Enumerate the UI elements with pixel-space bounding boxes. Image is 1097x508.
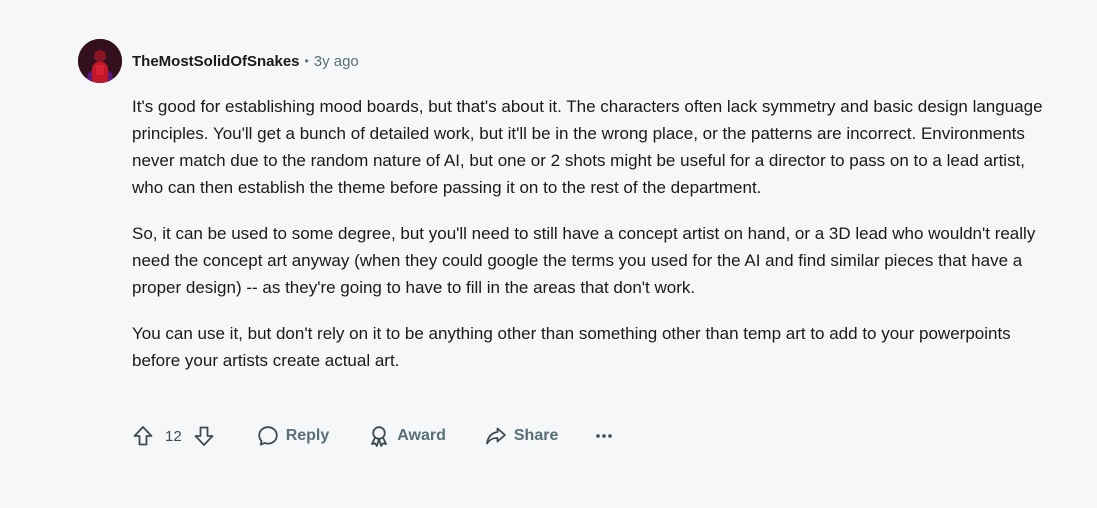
award-ribbon-icon	[371, 426, 388, 447]
share-arrow-icon	[485, 427, 506, 445]
comment-paragraph: So, it can be used to some degree, but y…	[132, 224, 1036, 297]
reply-button[interactable]: Reply	[256, 424, 330, 448]
comment-action-bar: 12 Reply Award Share	[131, 423, 614, 449]
more-options-button[interactable]	[594, 426, 614, 446]
speech-bubble-icon	[257, 426, 278, 446]
comment: TheMostSolidOfSnakes • 3y ago It's good …	[78, 39, 1078, 374]
share-button[interactable]: Share	[484, 424, 558, 448]
award-button[interactable]: Award	[367, 424, 446, 448]
avatar[interactable]	[78, 39, 122, 83]
share-label: Share	[513, 427, 559, 444]
comment-paragraph: You can use it, but don't rely on it to …	[132, 324, 1011, 370]
upvote-arrow-icon[interactable]	[131, 424, 155, 448]
comment-paragraph: It's good for establishing mood boards, …	[132, 97, 1043, 197]
ellipsis-icon	[596, 434, 613, 438]
downvote-arrow-icon[interactable]	[192, 424, 216, 448]
vote-controls: 12	[131, 424, 216, 448]
comment-header: TheMostSolidOfSnakes • 3y ago	[78, 39, 1078, 83]
award-label: Award	[397, 427, 446, 444]
avatar-image	[78, 39, 122, 83]
author-name[interactable]: TheMostSolidOfSnakes	[132, 53, 300, 70]
meta-separator: •	[304, 54, 309, 68]
comment-timestamp[interactable]: 3y ago	[314, 53, 359, 70]
comment-body: It's good for establishing mood boards, …	[132, 93, 1052, 374]
reply-label: Reply	[285, 427, 330, 444]
vote-count: 12	[165, 427, 182, 445]
